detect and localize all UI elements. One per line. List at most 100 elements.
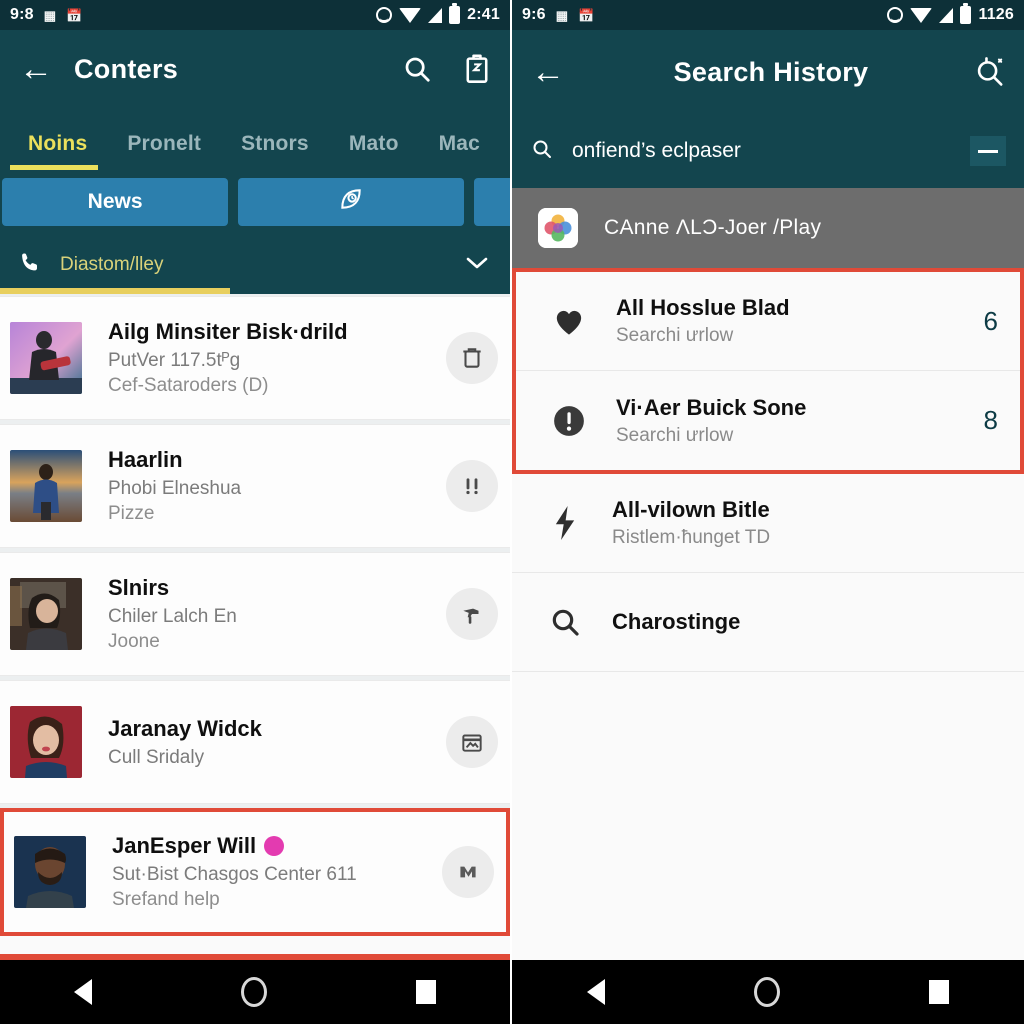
smiley-icon: [376, 7, 393, 23]
lightning-bolt-icon: [542, 506, 588, 540]
nav-back-icon[interactable]: [586, 979, 605, 1005]
history-text: Charostinge: [612, 609, 988, 635]
tab-pronelt[interactable]: Pronelt: [107, 132, 221, 170]
history-item[interactable]: All-vilown Bitle Ristlem·ħunget TD: [512, 474, 1024, 573]
back-arrow-icon[interactable]: ←: [528, 52, 568, 92]
trash-icon[interactable]: [446, 332, 498, 384]
smiley-icon: [887, 7, 904, 23]
status-bar-right-group: 2:41: [376, 3, 500, 24]
contact-card-highlighted[interactable]: JanEsper Will Sut·Bist Chasgos Center 61…: [0, 808, 510, 936]
contact-card-list: Ailg Minsiter Bisk·drild PutVer 117.5tᴾɡ…: [0, 294, 510, 936]
nav-recent-icon[interactable]: [415, 980, 436, 1004]
history-text: Vi·Aer Buick Sone Searchi ưrlow: [616, 395, 970, 447]
contact-name: Slnirs: [108, 575, 446, 601]
phone-icon: [18, 251, 42, 280]
history-title: Charostinge: [612, 609, 741, 634]
filter-underline: [0, 288, 230, 294]
heart-icon: [546, 306, 592, 336]
minus-icon[interactable]: [970, 136, 1006, 166]
chip-news[interactable]: News: [2, 178, 229, 226]
search-input[interactable]: onfiend’s eclpaser: [572, 139, 970, 163]
android-nav-bar-right: [512, 960, 1024, 1024]
exclamation-circle-icon: [546, 404, 592, 438]
history-subtitle: Ristlem·ħunget TD: [612, 527, 771, 548]
chip-leaf-clock[interactable]: [238, 178, 465, 226]
medium-m-icon[interactable]: [442, 846, 494, 898]
contact-card[interactable]: Ailg Minsiter Bisk·drild PutVer 117.5tᴾɡ…: [0, 296, 510, 420]
tab-mac[interactable]: Mac: [419, 132, 500, 170]
contact-text: Ailg Minsiter Bisk·drild PutVer 117.5tᴾɡ…: [108, 319, 446, 397]
search-icon: [530, 137, 554, 166]
photos-app-icon: [538, 208, 578, 248]
history-item[interactable]: All Hosslue Blad Searchi ưrlow 6: [516, 272, 1020, 371]
contact-name: Ailg Minsiter Bisk·drild: [108, 319, 446, 345]
contact-sub2: Pizze: [108, 503, 155, 524]
nav-back-icon[interactable]: [74, 979, 93, 1005]
history-item[interactable]: Charostinge: [512, 573, 1024, 672]
status-clock-right: 1126: [978, 6, 1014, 23]
tool-icon[interactable]: [446, 588, 498, 640]
contact-sub2: Joone: [108, 631, 160, 652]
status-bar-right-group: 1126: [887, 3, 1014, 24]
avatar: [10, 450, 82, 522]
android-nav-bar-left: [0, 960, 510, 1024]
qr-code-icon: ▦: [43, 7, 57, 23]
calendar-icon: 📅: [66, 7, 83, 23]
history-text: All-vilown Bitle Ristlem·ħunget TD: [612, 497, 988, 549]
history-count: 6: [983, 305, 998, 336]
search-settings-icon[interactable]: [974, 55, 1008, 89]
clipboard-icon[interactable]: [460, 52, 494, 86]
contact-text: Jaranay Widck Cull Sridaly: [108, 716, 446, 769]
wifi-icon: [399, 7, 422, 23]
search-query-row[interactable]: onfiend’s eclpaser: [512, 114, 1024, 188]
contact-name-text: Ailg Minsiter Bisk·drild: [108, 319, 348, 344]
double-exclamation-icon[interactable]: [446, 460, 498, 512]
search-icon[interactable]: [400, 52, 434, 86]
history-count: 8: [983, 405, 998, 435]
contact-sub1: Chiler Lalch En: [108, 606, 237, 627]
back-arrow-icon[interactable]: ←: [16, 49, 56, 89]
app-banner-label: CAnne ΛLƆ-Joer /Play: [604, 216, 822, 239]
avatar: [10, 322, 82, 394]
contact-card[interactable]: Haarlin Phobi Elneshua Pizze: [0, 424, 510, 548]
chevron-down-icon[interactable]: [462, 253, 492, 278]
app-bar-actions: [400, 52, 494, 86]
app-banner[interactable]: CAnne ΛLƆ-Joer /Play: [512, 188, 1024, 268]
right-screen: 9:6 ▦ 📅 1126 ← Search History onfiend’s …: [512, 0, 1024, 1024]
contact-text: JanEsper Will Sut·Bist Chasgos Center 61…: [112, 833, 442, 911]
status-bar-left-group: 9:6 ▦ 📅: [522, 6, 595, 24]
nav-recent-icon[interactable]: [929, 980, 950, 1004]
history-title: All-vilown Bitle: [612, 497, 770, 522]
history-item[interactable]: Vi·Aer Buick Sone Searchi ưrlow 8: [516, 371, 1020, 470]
avatar: [10, 578, 82, 650]
qr-code-icon: ▦: [555, 7, 569, 23]
contact-name: JanEsper Will: [112, 833, 442, 859]
contact-name-text: Haarlin: [108, 447, 183, 472]
page-title: Search History: [673, 56, 869, 87]
contact-name: Jaranay Widck: [108, 716, 446, 742]
nav-home-icon[interactable]: [240, 977, 267, 1007]
history-subtitle: Searchi ưrlow: [616, 424, 734, 446]
page-title: Conters: [74, 53, 179, 84]
signal-icon: [939, 7, 954, 23]
contact-sub2: Cef-Sataroders (D): [108, 375, 269, 396]
filter-dropdown[interactable]: Diastom/lley: [0, 236, 510, 294]
contact-sub1: Phobi Elneshua: [108, 478, 242, 499]
contact-sub1: PutVer 117.5tᴾɡ: [108, 350, 241, 371]
status-bar-right: 9:6 ▦ 📅 1126: [512, 0, 1024, 30]
signal-icon: [428, 7, 443, 23]
filter-label: Diastom/lley: [60, 254, 164, 275]
contact-name-text: JanEsper Will: [112, 833, 257, 858]
chip-button-row: News: [0, 170, 510, 236]
tab-stnors[interactable]: Stnors: [221, 132, 329, 170]
contact-name: Haarlin: [108, 447, 446, 473]
calendar-image-icon[interactable]: [446, 716, 498, 768]
chip-overflow[interactable]: [474, 178, 510, 226]
contact-card[interactable]: Jaranay Widck Cull Sridaly: [0, 680, 510, 804]
nav-home-icon[interactable]: [753, 977, 780, 1007]
tab-mato[interactable]: Mato: [329, 132, 419, 170]
search-icon: [542, 606, 588, 638]
left-screen: 9:8 ▦ 📅 2:41 ← Conters Noins Pronelt Stn…: [0, 0, 512, 1024]
avatar: [14, 836, 86, 908]
contact-card[interactable]: Slnirs Chiler Lalch En Joone: [0, 552, 510, 676]
